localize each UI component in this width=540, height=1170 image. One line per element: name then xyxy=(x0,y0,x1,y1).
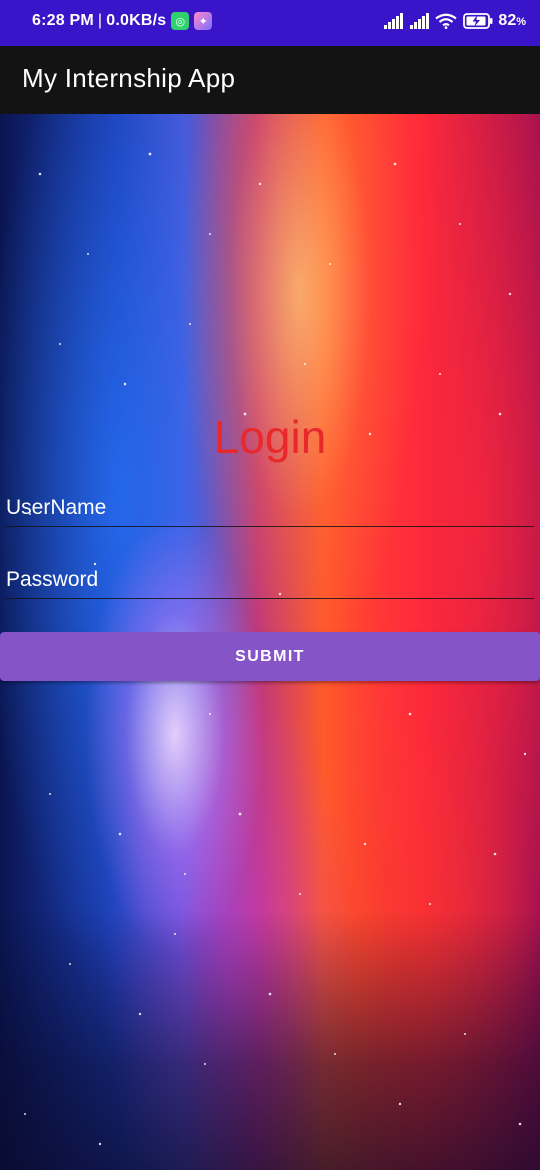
login-title: Login xyxy=(213,411,327,463)
username-field[interactable] xyxy=(6,490,534,527)
signal-icon xyxy=(384,13,404,29)
status-separator: | xyxy=(97,12,103,29)
signal-icon xyxy=(410,13,430,29)
password-input[interactable] xyxy=(6,562,534,598)
username-input[interactable] xyxy=(6,490,534,526)
status-left: 6:28 PM | 0.0KB/s ◎ ✦ xyxy=(32,12,213,30)
password-field[interactable] xyxy=(6,562,534,599)
app-bar: My Internship App xyxy=(0,46,540,114)
chat-app-notification-icon: ◎ xyxy=(171,12,190,30)
status-right: 82% xyxy=(377,12,526,30)
status-time: 6:28 PM xyxy=(32,12,94,29)
status-bar: 6:28 PM | 0.0KB/s ◎ ✦ 82% xyxy=(0,0,540,46)
galaxy-background-image: Login SUBMIT xyxy=(0,114,540,1170)
submit-button[interactable]: SUBMIT xyxy=(0,632,540,681)
app-title: My Internship App xyxy=(22,63,236,93)
wifi-icon xyxy=(435,13,458,29)
battery-unit: % xyxy=(516,16,526,28)
battery-percentage: 82% xyxy=(498,12,526,30)
battery-value: 82 xyxy=(498,12,517,29)
battery-charging-icon xyxy=(463,13,493,29)
gallery-app-notification-icon: ✦ xyxy=(194,12,213,30)
network-speed: 0.0KB/s xyxy=(106,12,167,29)
